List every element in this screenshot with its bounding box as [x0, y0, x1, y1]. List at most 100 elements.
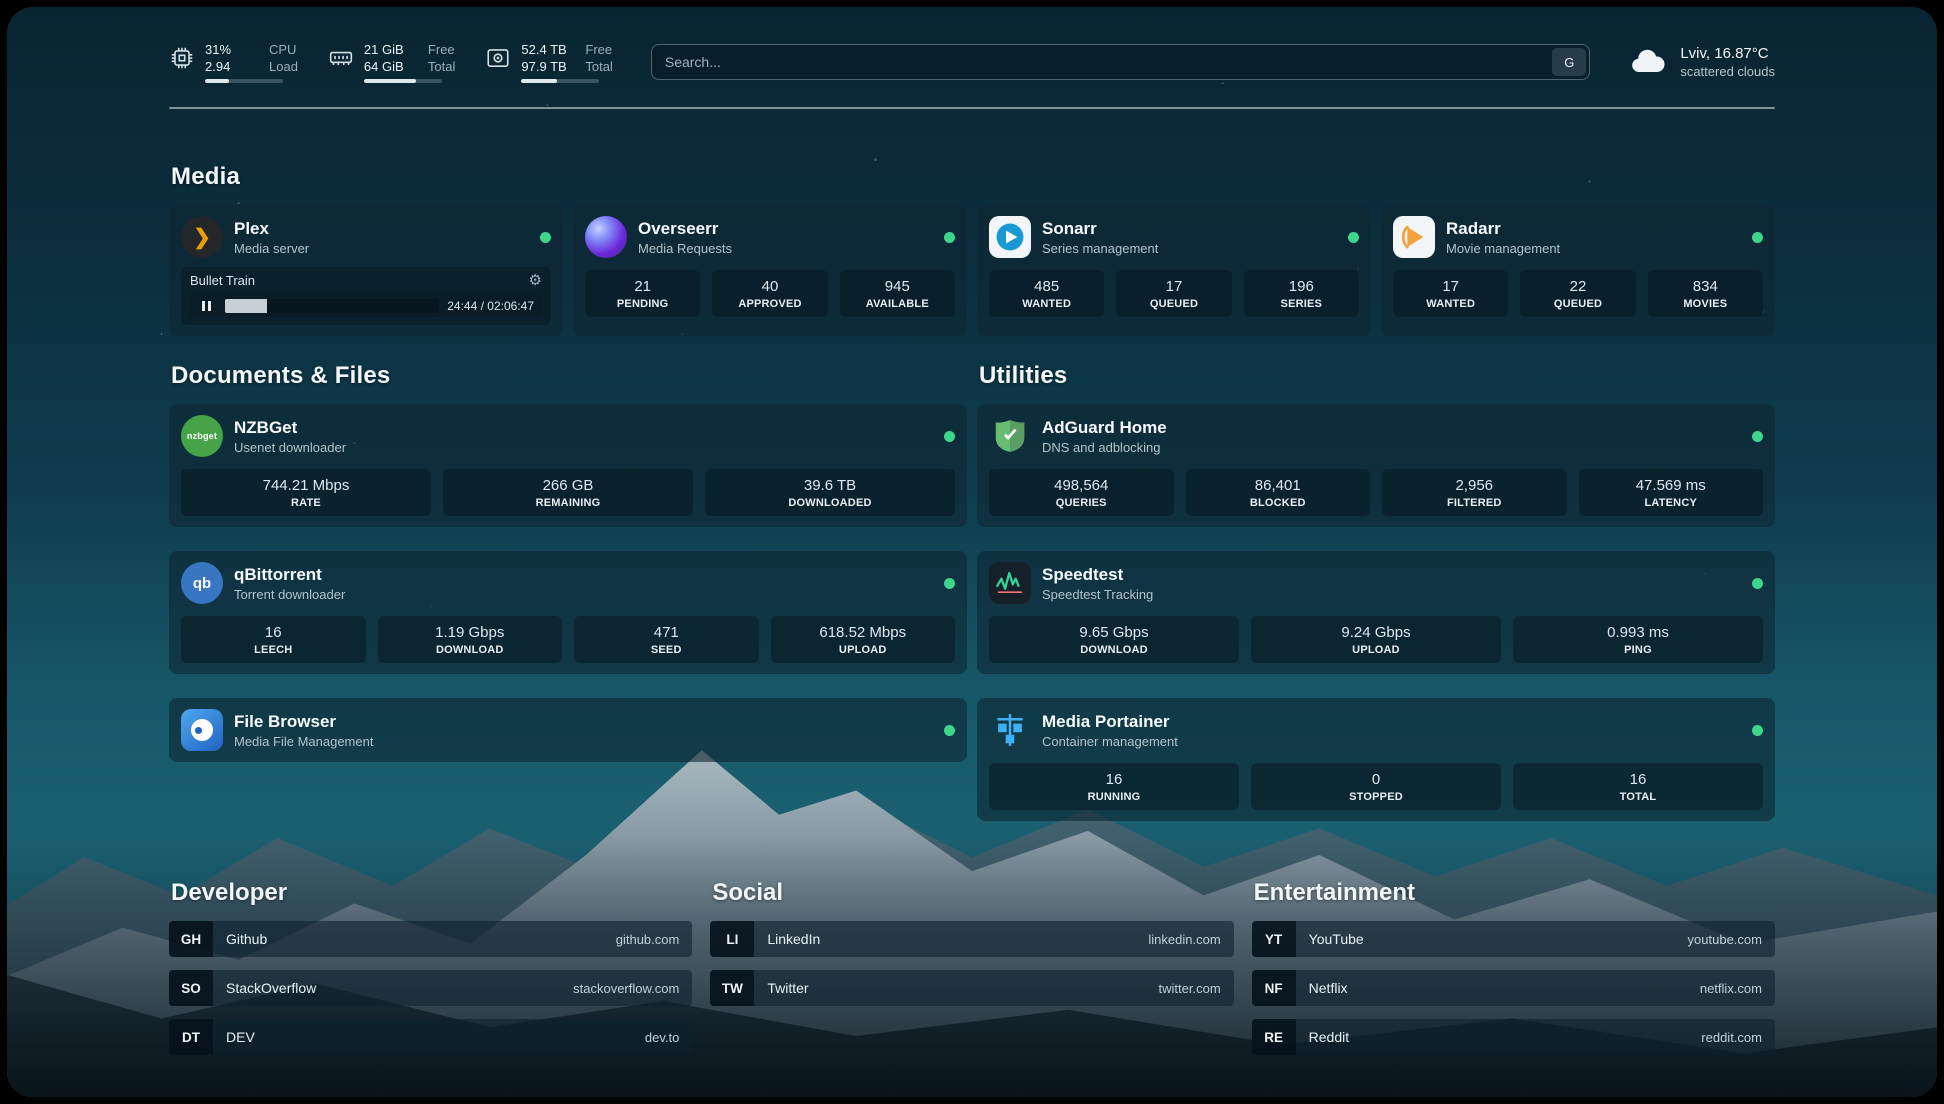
- service-description: Media server: [234, 240, 309, 257]
- stat-value: 266 GB: [447, 477, 689, 494]
- service-card-sonarr[interactable]: Sonarr Series management 485 WANTED 17 Q…: [977, 205, 1371, 336]
- bookmark-group-developer: Developer GH Github github.com SO StackO…: [169, 879, 692, 1055]
- header: 31%CPU 2.94Load 21 GiBFree 64 GiBTotal: [169, 7, 1775, 83]
- bookmark-group-social: Social LI LinkedIn linkedin.com TW Twitt…: [710, 879, 1233, 1055]
- stat-value: 498,564: [993, 477, 1170, 494]
- search-bar: G: [651, 44, 1590, 80]
- stat-value: 0.993 ms: [1517, 624, 1759, 641]
- search-provider-button[interactable]: G: [1552, 48, 1586, 76]
- stat-upload: 9.24 Gbps UPLOAD: [1251, 616, 1501, 663]
- bookmark-abbr: NF: [1252, 970, 1296, 1006]
- bookmark-reddit[interactable]: RE Reddit reddit.com: [1252, 1019, 1775, 1055]
- stat-download: 9.65 Gbps DOWNLOAD: [989, 616, 1239, 663]
- bookmark-group-entertainment: Entertainment YT YouTube youtube.com NF …: [1252, 879, 1775, 1055]
- bookmark-url: dev.to: [645, 1030, 692, 1045]
- stat-value: 86,401: [1190, 477, 1367, 494]
- service-card-adguard[interactable]: AdGuard Home DNS and adblocking 498,564 …: [977, 404, 1775, 527]
- service-name: File Browser: [234, 711, 373, 732]
- playback-time: 24:44 / 02:06:47: [447, 299, 534, 313]
- service-card-plex[interactable]: ❯ Plex Media server Bullet Train ⚙: [169, 205, 563, 336]
- bookmark-url: reddit.com: [1701, 1030, 1775, 1045]
- stat-label: STOPPED: [1255, 791, 1497, 803]
- bookmark-abbr: RE: [1252, 1019, 1296, 1055]
- service-card-qbittorrent[interactable]: qb qBittorrent Torrent downloader 16 LEE…: [169, 551, 967, 674]
- stat-label: PING: [1517, 644, 1759, 656]
- bookmark-netflix[interactable]: NF Netflix netflix.com: [1252, 970, 1775, 1006]
- bookmarks-area: Developer GH Github github.com SO StackO…: [169, 879, 1775, 1055]
- stat-value: 834: [1652, 278, 1759, 295]
- stat-value: 16: [993, 771, 1235, 788]
- service-card-portainer[interactable]: Media Portainer Container management 16 …: [977, 698, 1775, 821]
- bookmark-linkedin[interactable]: LI LinkedIn linkedin.com: [710, 921, 1233, 957]
- stat-label: BLOCKED: [1190, 497, 1367, 509]
- bookmark-name: YouTube: [1309, 931, 1364, 947]
- stat-wanted: 17 WANTED: [1393, 270, 1508, 317]
- stat-ping: 0.993 ms PING: [1513, 616, 1763, 663]
- status-online-dot: [1348, 232, 1359, 243]
- section-title-entertainment: Entertainment: [1254, 879, 1775, 907]
- service-card-filebrowser[interactable]: File Browser Media File Management: [169, 698, 967, 762]
- service-description: Movie management: [1446, 240, 1560, 257]
- service-card-nzbget[interactable]: nzbget NZBGet Usenet downloader 744.21 M…: [169, 404, 967, 527]
- filebrowser-icon: [181, 709, 223, 751]
- bookmark-github[interactable]: GH Github github.com: [169, 921, 692, 957]
- stat-latency: 47.569 ms LATENCY: [1579, 469, 1764, 516]
- stat-label: DOWNLOAD: [382, 644, 559, 656]
- bookmark-name: Github: [226, 931, 267, 947]
- playback-progress-track[interactable]: [225, 299, 439, 313]
- search-input[interactable]: [655, 54, 1552, 70]
- stat-label: PENDING: [589, 298, 696, 310]
- stat-value: 945: [844, 278, 951, 295]
- section-title-developer: Developer: [171, 879, 692, 907]
- stat-value: 1.19 Gbps: [382, 624, 559, 641]
- disk-resource-widget: 52.4 TBFree 97.9 TBTotal: [485, 41, 612, 83]
- cpu-stats: 31%CPU 2.94Load: [205, 41, 298, 83]
- gear-icon[interactable]: ⚙: [529, 273, 542, 288]
- weather-location: Lviv, 16.87°C: [1680, 45, 1775, 62]
- radarr-icon: [1393, 216, 1435, 258]
- stat-value: 485: [993, 278, 1100, 295]
- service-card-speedtest[interactable]: Speedtest Speedtest Tracking 9.65 Gbps D…: [977, 551, 1775, 674]
- service-name: Speedtest: [1042, 564, 1153, 585]
- service-name: NZBGet: [234, 417, 346, 438]
- stat-value: 744.21 Mbps: [185, 477, 427, 494]
- stat-label: DOWNLOAD: [993, 644, 1235, 656]
- stat-pending: 21 PENDING: [585, 270, 700, 317]
- pause-button[interactable]: [195, 298, 217, 314]
- speedtest-icon: [989, 562, 1031, 604]
- bookmark-name: DEV: [226, 1029, 255, 1045]
- service-name: Sonarr: [1042, 218, 1158, 239]
- service-description: Container management: [1042, 733, 1178, 750]
- bookmark-abbr: YT: [1252, 921, 1296, 957]
- stat-queries: 498,564 QUERIES: [989, 469, 1174, 516]
- service-card-radarr[interactable]: Radarr Movie management 17 WANTED 22 QUE…: [1381, 205, 1775, 336]
- bookmark-twitter[interactable]: TW Twitter twitter.com: [710, 970, 1233, 1006]
- service-name: AdGuard Home: [1042, 417, 1167, 438]
- ram-free-value: 21 GiB: [364, 41, 416, 58]
- ram-stats: 21 GiBFree 64 GiBTotal: [364, 41, 455, 83]
- service-description: Usenet downloader: [234, 439, 346, 456]
- now-playing-title: Bullet Train: [190, 273, 255, 288]
- stat-value: 40: [716, 278, 823, 295]
- qbittorrent-icon: qb: [181, 562, 223, 604]
- ram-icon: [328, 45, 354, 71]
- status-online-dot: [540, 232, 551, 243]
- disk-total-value: 97.9 TB: [521, 58, 573, 75]
- stat-label: MOVIES: [1652, 298, 1759, 310]
- bookmark-stackoverflow[interactable]: SO StackOverflow stackoverflow.com: [169, 970, 692, 1006]
- stat-movies: 834 MOVIES: [1648, 270, 1763, 317]
- stat-seed: 471 SEED: [574, 616, 759, 663]
- weather-condition: scattered clouds: [1680, 64, 1775, 79]
- stat-label: REMAINING: [447, 497, 689, 509]
- service-name: qBittorrent: [234, 564, 345, 585]
- stat-label: DOWNLOADED: [709, 497, 951, 509]
- service-description: Torrent downloader: [234, 586, 345, 603]
- stat-label: QUERIES: [993, 497, 1170, 509]
- bookmark-youtube[interactable]: YT YouTube youtube.com: [1252, 921, 1775, 957]
- bookmark-abbr: DT: [169, 1019, 213, 1055]
- bookmark-dev[interactable]: DT DEV dev.to: [169, 1019, 692, 1055]
- stat-value: 196: [1248, 278, 1355, 295]
- system-resources: 31%CPU 2.94Load 21 GiBFree 64 GiBTotal: [169, 41, 613, 83]
- status-online-dot: [944, 578, 955, 589]
- service-card-overseerr[interactable]: Overseerr Media Requests 21 PENDING 40 A…: [573, 205, 967, 336]
